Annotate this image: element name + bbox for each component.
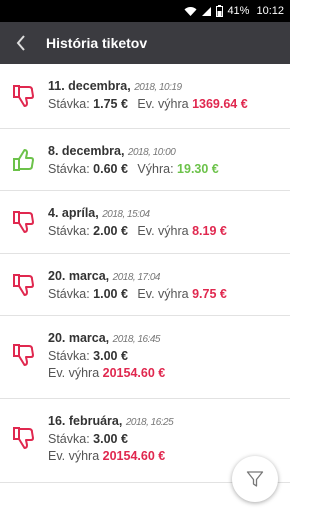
win-value: 20154.60 € [102,366,166,380]
wifi-icon [184,6,197,16]
win-label: Ev. výhra [137,97,189,111]
ticket-time: 2018, 10:19 [134,82,182,93]
ticket-time: 2018, 16:25 [125,417,174,428]
stake-label: Stávka: [48,162,90,176]
win-value: 1369.64 € [192,97,248,111]
stake-value: 1.00 € [93,287,128,301]
back-button[interactable] [0,22,42,64]
chevron-left-icon [16,35,25,51]
win-value: 19.30 € [177,162,219,176]
win-label: Ev. výhra [48,449,100,463]
stake-value: 3.00 € [93,349,128,363]
clock: 10:12 [256,5,284,17]
ticket-time: 2018, 16:45 [112,334,161,345]
stake-label: Stávka: [48,432,90,446]
win-label: Ev. výhra [137,287,189,301]
ticket-date: 8. decembra, [48,144,125,158]
battery-level: 41% [227,5,250,17]
signal-icon [202,6,212,16]
stake-value: 0.60 € [93,162,128,176]
ticket-date: 16. februára, [48,414,123,428]
status-bar: 41% 10:12 [0,0,290,22]
thumbs-down-icon [13,85,34,107]
ticket-row[interactable]: 20. marca, 2018, 17:04 Stávka: 1.00 € Ev… [0,254,290,316]
thumbs-down-icon [13,274,34,296]
thumbs-down-icon [13,427,34,449]
ticket-time: 2018, 17:04 [112,272,161,283]
stake-value: 1.75 € [93,97,128,111]
thumbs-down-icon [13,211,34,233]
filter-icon [246,471,264,487]
ticket-date: 11. decembra, [48,79,131,93]
ticket-date: 20. marca, [48,269,110,283]
stake-value: 2.00 € [93,224,128,238]
ticket-row[interactable]: 20. marca, 2018, 16:45 Stávka: 3.00 € Ev… [0,316,290,399]
app-bar: História tiketov [0,22,290,64]
battery-icon [216,5,224,17]
ticket-row[interactable]: 11. decembra, 2018, 10:19 Stávka: 1.75 €… [0,64,290,129]
win-label: Ev. výhra [137,224,189,238]
ticket-row[interactable]: 8. decembra, 2018, 10:00 Stávka: 0.60 € … [0,129,290,191]
stake-label: Stávka: [48,97,90,111]
thumbs-up-icon [13,149,34,171]
win-label: Ev. výhra [48,366,100,380]
filter-button[interactable] [232,456,278,502]
win-label: Výhra: [137,162,174,176]
ticket-time: 2018, 15:04 [102,209,150,220]
win-value: 20154.60 € [102,449,166,463]
stake-value: 3.00 € [93,432,128,446]
thumbs-down-icon [13,344,34,366]
ticket-date: 4. apríla, [48,206,99,220]
ticket-list: 11. decembra, 2018, 10:19 Stávka: 1.75 €… [0,64,290,483]
page-title: História tiketov [46,35,148,51]
stake-label: Stávka: [48,287,90,301]
ticket-date: 20. marca, [48,331,110,345]
stake-label: Stávka: [48,224,90,238]
ticket-row[interactable]: 4. apríla, 2018, 15:04 Stávka: 2.00 € Ev… [0,191,290,254]
win-value: 9.75 € [192,287,227,301]
ticket-time: 2018, 10:00 [127,147,176,158]
stake-label: Stávka: [48,349,90,363]
win-value: 8.19 € [192,224,227,238]
